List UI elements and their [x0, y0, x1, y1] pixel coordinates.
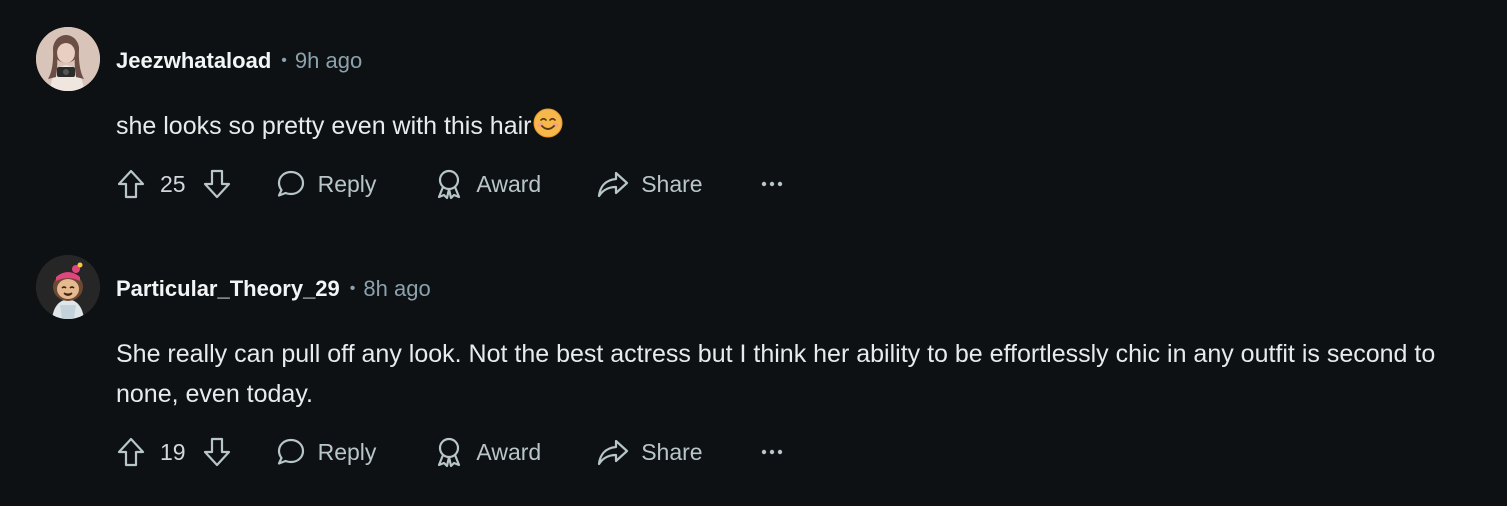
more-dots-icon: [761, 181, 783, 187]
share-button[interactable]: Share: [597, 169, 703, 199]
downvote-arrow-icon[interactable]: [202, 168, 232, 200]
share-label: Share: [641, 170, 703, 197]
award-label: Award: [476, 170, 542, 197]
timestamp[interactable]: 8h ago: [363, 276, 430, 302]
upvote-arrow-icon[interactable]: [116, 168, 146, 200]
award-button[interactable]: Award: [434, 168, 541, 200]
username[interactable]: Jeezwhataload: [116, 48, 271, 74]
avatar[interactable]: [36, 255, 100, 319]
reply-label: Reply: [317, 438, 377, 465]
share-arrow-icon: [597, 169, 629, 199]
comment-meta: Particular_Theory_29 • 8h ago: [116, 274, 431, 304]
comment-actions: 25 Reply Award Share: [116, 166, 783, 202]
smiling-face-emoji-icon: [533, 108, 563, 138]
share-arrow-icon: [597, 437, 629, 467]
reply-button[interactable]: Reply: [276, 169, 377, 199]
downvote-arrow-icon[interactable]: [202, 436, 232, 468]
separator: •: [349, 280, 356, 297]
comment-text: She really can pull off any look. Not th…: [116, 340, 1436, 408]
comment-actions: 19 Reply Award Share: [116, 434, 783, 470]
more-options-button[interactable]: [761, 181, 783, 187]
avatar-image: [36, 27, 100, 91]
avatar-image: [36, 255, 100, 319]
award-ribbon-icon: [434, 436, 464, 468]
speech-bubble-icon: [276, 437, 306, 467]
username[interactable]: Particular_Theory_29: [116, 276, 340, 302]
more-dots-icon: [761, 449, 783, 455]
comment-body: She really can pull off any look. Not th…: [116, 334, 1486, 414]
reply-button[interactable]: Reply: [276, 437, 377, 467]
comment-text: she looks so pretty even with this hair: [116, 112, 532, 140]
award-label: Award: [476, 438, 542, 465]
vote-count: 19: [160, 438, 186, 465]
award-button[interactable]: Award: [434, 436, 541, 468]
share-label: Share: [641, 438, 703, 465]
more-options-button[interactable]: [761, 449, 783, 455]
separator: •: [281, 52, 287, 69]
upvote-arrow-icon[interactable]: [116, 436, 146, 468]
vote-count: 25: [160, 170, 186, 197]
reply-label: Reply: [317, 170, 377, 197]
share-button[interactable]: Share: [597, 437, 703, 467]
comment-body: she looks so pretty even with this hair: [116, 106, 1486, 146]
comment-meta: Jeezwhataload • 9h ago: [116, 46, 362, 76]
award-ribbon-icon: [434, 168, 464, 200]
avatar[interactable]: [36, 27, 100, 91]
speech-bubble-icon: [276, 169, 306, 199]
timestamp[interactable]: 9h ago: [295, 48, 362, 74]
